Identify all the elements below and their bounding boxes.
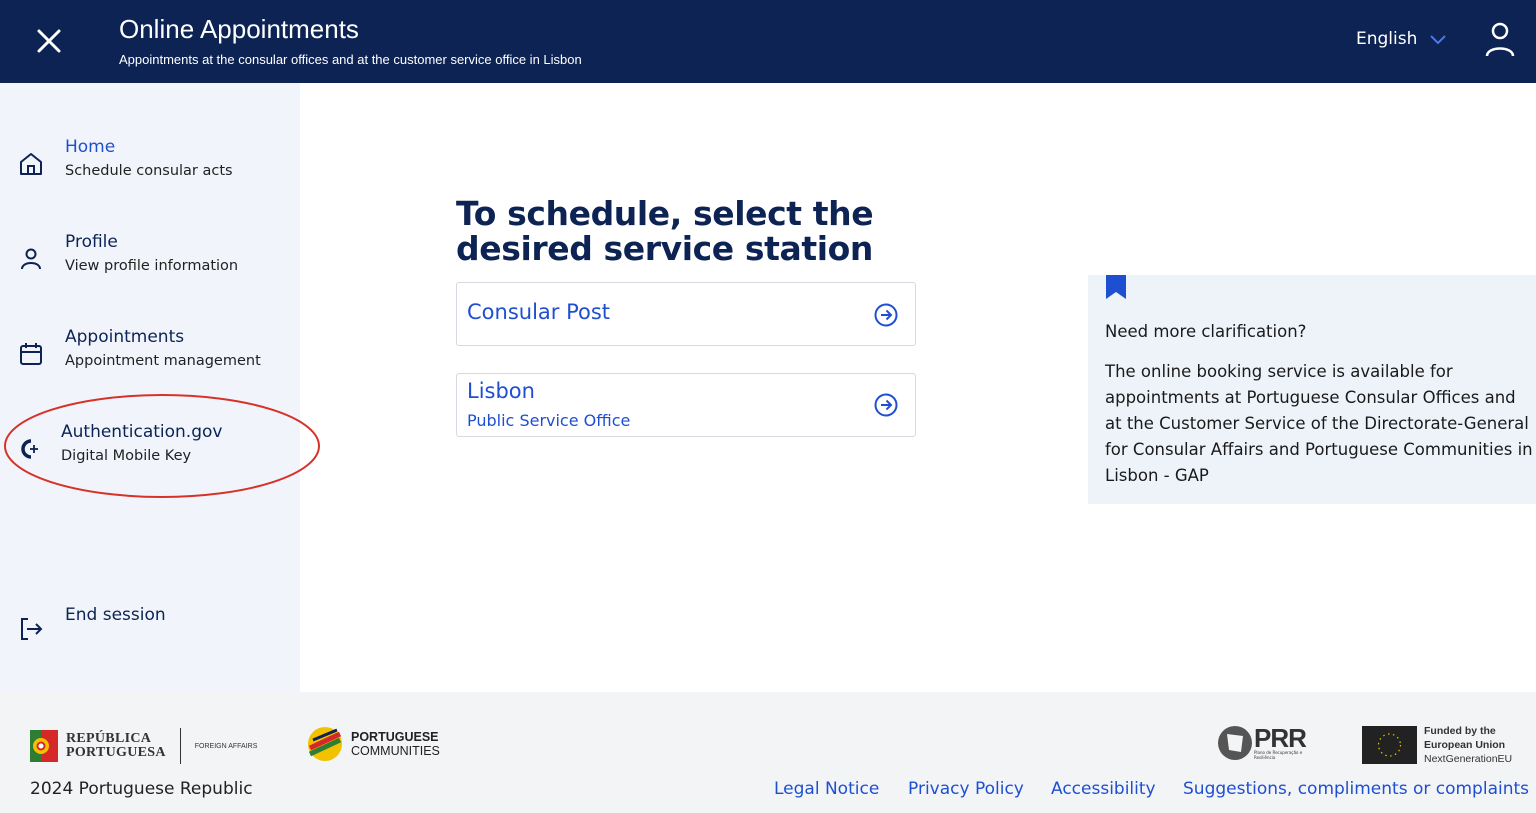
app-title: Online Appointments xyxy=(119,14,359,44)
page-title: To schedule, select the desired service … xyxy=(456,194,874,268)
eu-funding-text: Funded by the European Union NextGenerat… xyxy=(1424,724,1512,766)
close-menu-button[interactable] xyxy=(30,22,68,60)
sidebar: Home Schedule consular acts Profile View… xyxy=(0,83,300,692)
option-subtitle: Public Service Office xyxy=(467,411,631,430)
info-title: Need more clarification? xyxy=(1105,322,1307,341)
portuguese-communities-logo: PORTUGUESE COMMUNITIES xyxy=(307,726,440,762)
logo-line: Funded by the xyxy=(1424,725,1496,737)
home-icon xyxy=(20,153,42,175)
user-icon xyxy=(21,248,41,270)
logo-line: PORTUGUESA xyxy=(66,745,166,760)
footer: REPÚBLICA PORTUGUESA FOREIGN AFFAIRS POR… xyxy=(0,692,1536,813)
communities-emblem-icon xyxy=(308,727,342,761)
user-account-button[interactable] xyxy=(1484,20,1516,60)
prr-emblem-icon xyxy=(1218,726,1252,760)
sidebar-item-title: Home xyxy=(65,137,116,157)
chevron-down-icon xyxy=(1430,35,1447,45)
prr-sublabel: Plano de Recuperação e Resiliência xyxy=(1254,750,1303,760)
sidebar-item-end-session[interactable]: End session xyxy=(0,602,300,662)
footer-link-privacy-policy[interactable]: Privacy Policy xyxy=(908,779,1024,799)
foreign-affairs-text: FOREIGN AFFAIRS xyxy=(194,742,258,750)
logout-icon xyxy=(21,618,43,640)
option-title: Consular Post xyxy=(467,300,611,324)
option-lisbon[interactable]: Lisbon Public Service Office xyxy=(456,373,916,437)
sidebar-item-appointments[interactable]: Appointments Appointment management xyxy=(0,327,300,387)
language-label: English xyxy=(1356,29,1418,49)
sidebar-item-subtitle: Digital Mobile Key xyxy=(61,448,192,464)
sidebar-item-subtitle: Schedule consular acts xyxy=(65,163,233,179)
info-panel: Need more clarification? The online book… xyxy=(1088,275,1536,504)
communities-text: PORTUGUESE COMMUNITIES xyxy=(351,730,440,758)
sidebar-item-title: Appointments xyxy=(65,327,185,347)
authentication-gov-icon xyxy=(21,439,38,459)
option-consular-post[interactable]: Consular Post xyxy=(456,282,916,346)
sidebar-item-subtitle: View profile information xyxy=(65,258,239,274)
republica-portuguesa-text: REPÚBLICA PORTUGUESA xyxy=(66,732,166,760)
language-selector[interactable]: English xyxy=(1356,29,1447,49)
eu-stars-icon xyxy=(1377,733,1402,757)
sidebar-item-title: Authentication.gov xyxy=(61,422,223,442)
arrow-circle-right-icon xyxy=(874,303,898,327)
eu-flag-icon xyxy=(1362,726,1417,764)
prr-label: PRR xyxy=(1254,723,1307,753)
sidebar-item-home[interactable]: Home Schedule consular acts xyxy=(0,137,300,197)
arrow-circle-right-icon xyxy=(874,393,898,417)
app-subtitle: Appointments at the consular offices and… xyxy=(119,52,582,67)
logo-line: European Union xyxy=(1424,739,1506,751)
sidebar-item-subtitle: Appointment management xyxy=(65,353,261,369)
republica-portuguesa-logo: REPÚBLICA PORTUGUESA FOREIGN AFFAIRS xyxy=(30,726,257,766)
logo-line: COMMUNITIES xyxy=(351,744,440,758)
option-title: Lisbon xyxy=(467,379,535,403)
prr-logo: PRR Plano de Recuperação e Resiliência xyxy=(1216,724,1324,762)
top-bar: Online Appointments Appointments at the … xyxy=(0,0,1536,83)
info-text: The online booking service is available … xyxy=(1105,362,1533,485)
logo-line: PORTUGUESE xyxy=(351,730,439,744)
eu-funding-logo: Funded by the European Union NextGenerat… xyxy=(1362,724,1512,766)
logo-divider xyxy=(179,728,181,764)
bookmark-icon xyxy=(1106,275,1126,299)
sidebar-item-profile[interactable]: Profile View profile information xyxy=(0,232,300,292)
close-icon xyxy=(37,29,61,53)
sidebar-item-title: Profile xyxy=(65,232,118,252)
sidebar-item-authentication-gov[interactable]: Authentication.gov Digital Mobile Key xyxy=(0,422,300,482)
footer-link-accessibility[interactable]: Accessibility xyxy=(1051,779,1156,799)
sidebar-item-title: End session xyxy=(65,605,166,625)
footer-link-suggestions[interactable]: Suggestions, compliments or complaints xyxy=(1183,779,1529,799)
user-icon xyxy=(1485,22,1515,57)
footer-link-legal-notice[interactable]: Legal Notice xyxy=(774,779,879,799)
portuguese-coat-of-arms-icon xyxy=(30,730,58,762)
copyright-text: 2024 Portuguese Republic xyxy=(30,779,253,799)
calendar-icon xyxy=(20,343,42,365)
prr-text: PRR Plano de Recuperação e Resiliência xyxy=(1254,723,1324,760)
logo-line: NextGenerationEU xyxy=(1424,753,1513,765)
logo-line: REPÚBLICA xyxy=(66,731,152,746)
